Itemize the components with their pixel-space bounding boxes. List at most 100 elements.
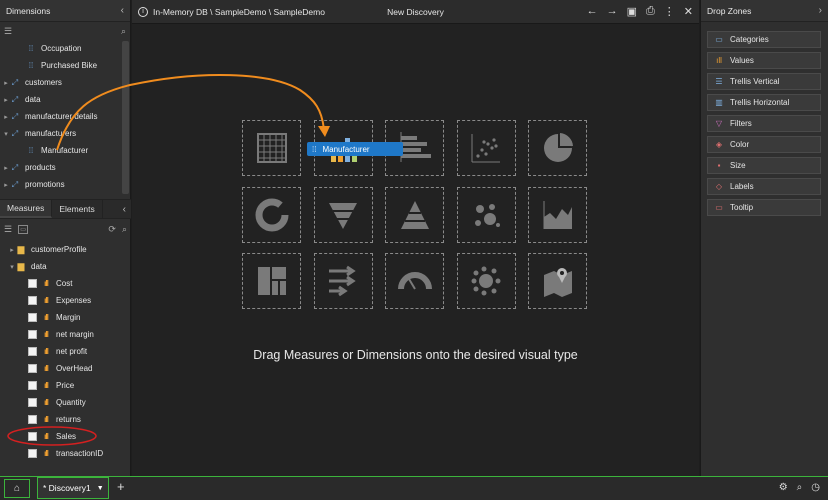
folder-item[interactable]: ▸ ▆ customerProfile — [0, 241, 131, 258]
visual-tile[interactable] — [456, 186, 516, 243]
tab-measures[interactable]: Measures — [0, 200, 53, 218]
visual-tile[interactable] — [313, 186, 373, 243]
expand-toggle-icon[interactable]: ▸ — [2, 79, 10, 87]
list-view-icon[interactable]: ☰ — [4, 26, 12, 37]
measure-item[interactable]: ıll Margin — [0, 309, 131, 326]
visual-tile[interactable] — [528, 186, 587, 243]
search-icon[interactable]: ⌕ — [122, 224, 127, 235]
measure-item[interactable]: ıll Cost — [0, 275, 131, 292]
drop-zone-size[interactable]: ▪ Size — [707, 157, 821, 174]
visual-tile[interactable] — [242, 120, 301, 176]
visual-tile[interactable] — [456, 120, 516, 176]
collapse-right-icon[interactable]: › — [819, 5, 822, 16]
drop-zone-label: Size — [730, 161, 746, 170]
visual-tile[interactable] — [528, 120, 587, 176]
refresh-icon[interactable]: ⟳ — [108, 224, 116, 235]
add-tab-button[interactable]: + — [117, 479, 125, 494]
folder-view-icon[interactable]: ▭ — [18, 225, 29, 234]
list-view-icon[interactable]: ☰ — [4, 224, 12, 235]
expand-toggle-icon[interactable]: ▸ — [8, 246, 16, 254]
drop-zone-trellis-horizontal[interactable]: ▥ Trellis Horizontal — [707, 94, 821, 111]
drop-zone-label: Trellis Vertical — [730, 77, 780, 86]
measure-icon: ıll — [44, 364, 49, 373]
drop-zone-values[interactable]: ıll Values — [707, 52, 821, 69]
expand-toggle-icon[interactable]: ▾ — [8, 263, 16, 271]
dimensions-tree-item[interactable]: ▸ ⤢ data — [0, 91, 122, 108]
tab-elements[interactable]: Elements — [52, 200, 103, 218]
bubble-icon — [475, 203, 500, 227]
close-icon[interactable]: ✕ — [684, 5, 693, 18]
measure-checkbox[interactable] — [28, 296, 37, 305]
measure-checkbox[interactable] — [28, 398, 37, 407]
drop-zone-tooltip[interactable]: ▭ Tooltip — [707, 199, 821, 216]
dimensions-tree-item[interactable]: ⁞⁞ Purchased Bike — [0, 57, 122, 74]
search-icon[interactable]: ⌕ — [121, 26, 126, 37]
dimensions-scrollbar[interactable] — [122, 41, 129, 194]
print-icon[interactable]: ⎙ — [646, 5, 655, 18]
visual-tile[interactable] — [242, 186, 301, 243]
visual-tile[interactable] — [313, 253, 373, 309]
home-button[interactable]: ⌂ — [4, 479, 30, 498]
measure-checkbox[interactable] — [28, 449, 37, 458]
tab-discovery1[interactable]: * Discovery1 ▼ — [37, 477, 109, 499]
expand-toggle-icon[interactable]: ▸ — [2, 164, 10, 172]
trellis-horizontal-icon: ▥ — [715, 98, 723, 107]
drop-zone-labels[interactable]: ◇ Labels — [707, 178, 821, 195]
measure-item[interactable]: ıll net margin — [0, 326, 131, 343]
save-icon[interactable]: ▣ — [627, 5, 637, 18]
expand-toggle-icon[interactable]: ▸ — [2, 96, 10, 104]
drop-zone-color[interactable]: ◈ Color — [707, 136, 821, 153]
measure-item[interactable]: ıll Quantity — [0, 394, 131, 411]
back-arrow-icon[interactable]: ← — [587, 5, 598, 18]
search-icon[interactable]: ⌕ — [797, 482, 803, 493]
collapse-left-icon[interactable]: ‹ — [121, 5, 124, 16]
collapse-measures-icon[interactable]: ‹ — [123, 200, 131, 218]
visual-tile[interactable] — [385, 186, 444, 243]
tab-measures-label: Measures — [7, 203, 45, 213]
drop-zones-header: Drop Zones › — [701, 0, 828, 22]
measure-checkbox[interactable] — [28, 432, 37, 441]
folder-item[interactable]: ▾ ▆ data — [0, 258, 131, 275]
drop-zone-filters[interactable]: ▽ Filters — [707, 115, 821, 132]
measure-item[interactable]: ıll Expenses — [0, 292, 131, 309]
area-icon — [543, 200, 572, 229]
measure-item[interactable]: ıll Price — [0, 377, 131, 394]
measures-tree: ▸ ▆ customerProfile ▾ ▆ data ıll Cost ıll Expense… — [0, 241, 131, 471]
visual-tile[interactable] — [385, 253, 444, 309]
visual-tile[interactable] — [528, 253, 587, 309]
measure-checkbox[interactable] — [28, 415, 37, 424]
chevron-down-icon[interactable]: ▼ — [97, 485, 104, 492]
measure-item[interactable]: ıll Sales — [0, 428, 131, 445]
timer-icon[interactable]: ◷ — [811, 482, 820, 493]
dimensions-tree-item[interactable]: ⁞⁞ Manufacturer — [0, 142, 122, 159]
measure-checkbox[interactable] — [28, 279, 37, 288]
settings-icon[interactable]: ⚙ — [779, 482, 788, 493]
more-options-icon[interactable]: ⋮ — [664, 5, 675, 18]
measure-item[interactable]: ıll OverHead — [0, 360, 131, 377]
measure-item[interactable]: ıll net profit — [0, 343, 131, 360]
color-icon: ◈ — [715, 140, 723, 149]
expand-toggle-icon[interactable]: ▾ — [2, 130, 10, 138]
measure-item[interactable]: ıll returns — [0, 411, 131, 428]
dimensions-tree-item[interactable]: ▸ ⤢ promotions — [0, 176, 122, 193]
forward-arrow-icon[interactable]: → — [607, 5, 618, 18]
dimensions-tree-item[interactable]: ▸ ⤢ manufacturer details — [0, 108, 122, 125]
expand-toggle-icon[interactable]: ▸ — [2, 113, 10, 121]
visual-tile[interactable] — [242, 253, 301, 309]
dimensions-tree-item[interactable]: ▾ ⤢ manufacturers — [0, 125, 122, 142]
measure-checkbox[interactable] — [28, 313, 37, 322]
dimensions-tree-item[interactable]: ⁞⁞ Occupation — [0, 41, 122, 57]
dimensions-tree-item[interactable]: ▸ ⤢ customers — [0, 74, 122, 91]
tree-item-label: transactionID — [56, 449, 104, 458]
measure-checkbox[interactable] — [28, 347, 37, 356]
visual-tile[interactable] — [456, 253, 516, 309]
expand-toggle-icon[interactable]: ▸ — [2, 181, 10, 189]
measure-item[interactable]: ıll transactionID — [0, 445, 131, 462]
measure-checkbox[interactable] — [28, 330, 37, 339]
measure-checkbox[interactable] — [28, 364, 37, 373]
measure-checkbox[interactable] — [28, 381, 37, 390]
drop-zone-categories[interactable]: ▭ Categories — [707, 31, 821, 48]
drop-zone-trellis-vertical[interactable]: ☰ Trellis Vertical — [707, 73, 821, 90]
dimensions-tree-item[interactable]: ▸ ⤢ products — [0, 159, 122, 176]
info-icon[interactable]: i — [138, 6, 148, 17]
